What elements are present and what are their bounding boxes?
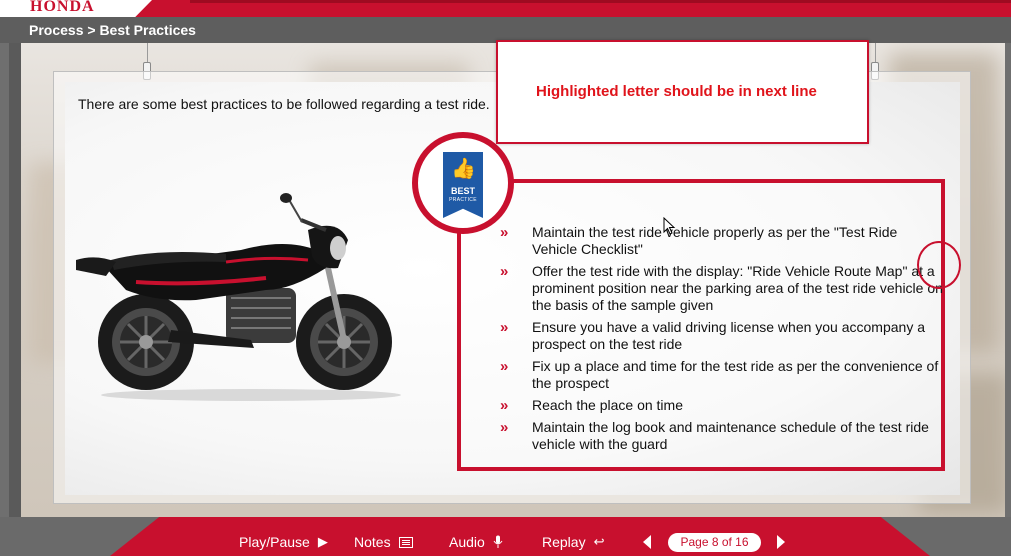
previous-page-button[interactable]: [640, 533, 654, 551]
replay-icon: ↩: [593, 534, 605, 549]
play-icon: ▶: [317, 534, 328, 549]
list-item: » Ensure you have a valid driving licens…: [500, 319, 945, 353]
microphone-icon: [493, 535, 503, 548]
badge-title: BEST: [450, 186, 475, 196]
notes-label: Notes: [354, 534, 391, 550]
audio-button[interactable]: Audio: [449, 534, 503, 550]
practice-text: Offer the test ride with the display: "R…: [532, 263, 943, 313]
motorcycle-image: [76, 193, 401, 401]
practice-text: Maintain the log book and maintenance sc…: [532, 419, 929, 452]
chevron-bullet-icon: »: [500, 358, 508, 375]
list-item: » Maintain the test ride vehicle properl…: [500, 224, 945, 258]
chevron-bullet-icon: »: [500, 319, 508, 336]
practice-text: Maintain the test ride vehicle properly …: [532, 224, 898, 257]
annotation-text: Highlighted letter should be in next lin…: [536, 83, 817, 100]
practice-text: Fix up a place and time for the test rid…: [532, 358, 939, 391]
breadcrumb: Process > Best Practices: [29, 22, 196, 38]
logo-text: HONDA: [30, 0, 95, 15]
annotation-callout: Highlighted letter should be in next lin…: [496, 40, 869, 144]
chevron-bullet-icon: »: [500, 419, 508, 436]
chevron-bullet-icon: »: [500, 397, 508, 414]
top-bar: HONDA: [0, 0, 1011, 17]
chevron-bullet-icon: »: [500, 224, 508, 241]
top-bar-stripe: [190, 0, 1011, 3]
chevron-bullet-icon: »: [500, 263, 508, 280]
audio-label: Audio: [449, 534, 485, 550]
badge-subtitle: PRACTICE: [449, 197, 477, 203]
clip-wire: [147, 43, 148, 63]
practice-text: Reach the place on time: [532, 397, 683, 413]
play-pause-button[interactable]: Play/Pause ▶: [239, 534, 328, 550]
practice-list: » Maintain the test ride vehicle properl…: [500, 224, 945, 458]
highlight-circle: [917, 241, 961, 289]
notes-icon: [398, 536, 413, 548]
list-item: » Maintain the log book and maintenance …: [500, 419, 945, 453]
mouse-cursor-icon: [663, 217, 676, 235]
page-indicator: Page 8 of 16: [668, 533, 761, 552]
intro-text: There are some best practices to be foll…: [78, 96, 490, 112]
left-shade: [9, 43, 21, 517]
control-bar: [110, 517, 930, 556]
play-pause-label: Play/Pause: [239, 534, 310, 550]
list-item: » Fix up a place and time for the test r…: [500, 358, 945, 392]
thumbs-up-icon: 👍: [451, 158, 476, 180]
next-page-button[interactable]: [774, 533, 788, 551]
list-item: » Offer the test ride with the display: …: [500, 263, 945, 314]
notes-button[interactable]: Notes: [354, 534, 413, 550]
clip-wire: [875, 43, 876, 63]
practice-text: Ensure you have a valid driving license …: [532, 319, 926, 352]
replay-label: Replay: [542, 534, 586, 550]
replay-button[interactable]: Replay ↩: [542, 534, 605, 550]
list-item: » Reach the place on time: [500, 397, 945, 414]
honda-logo: HONDA: [0, 0, 152, 17]
